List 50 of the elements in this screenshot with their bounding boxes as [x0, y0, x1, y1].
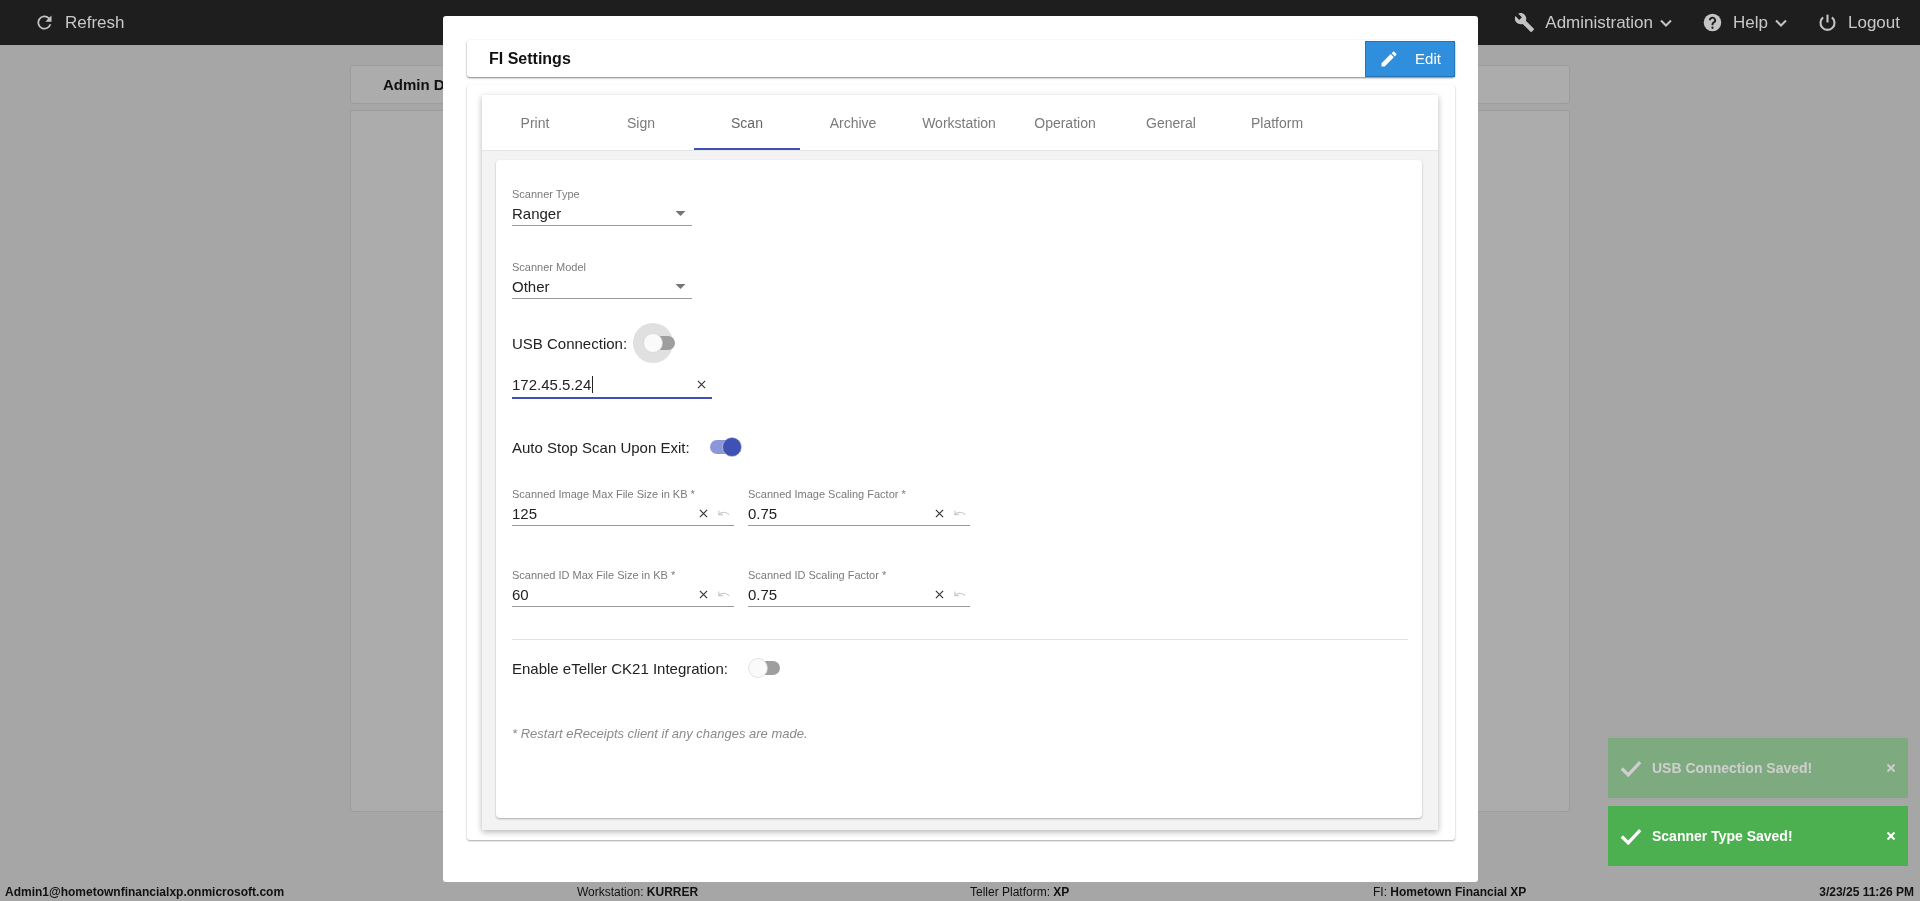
- address-field[interactable]: 172.45.5.24: [512, 371, 712, 399]
- workstation-info: Workstation: KURRER: [577, 885, 700, 899]
- toast-message: Scanner Type Saved!: [1652, 828, 1794, 844]
- user-email: Admin1@hometownfinancialxp.onmicrosoft.com: [5, 885, 286, 899]
- check-icon: [1620, 759, 1642, 777]
- wrench-icon: [1514, 12, 1536, 33]
- text-field[interactable]: Scanned ID Max File Size in KB * 60: [512, 568, 734, 607]
- toast-message: USB Connection Saved!: [1652, 760, 1814, 776]
- undo-icon[interactable]: [954, 509, 966, 517]
- text-field[interactable]: Scanned Image Max File Size in KB * 125: [512, 487, 734, 526]
- restart-note: * Restart eReceipts client if any changes are made.: [512, 726, 808, 741]
- refresh-button[interactable]: Refresh: [34, 8, 125, 37]
- tab[interactable]: General: [1118, 95, 1224, 150]
- tab[interactable]: Platform: [1224, 95, 1330, 150]
- text-field[interactable]: Scanned Image Scaling Factor * 0.75: [748, 487, 970, 526]
- clear-icon[interactable]: [935, 589, 944, 599]
- close-button[interactable]: [1884, 761, 1898, 775]
- help-icon: [1702, 12, 1724, 33]
- power-icon: [1817, 12, 1838, 33]
- tab[interactable]: Operation: [1012, 95, 1118, 150]
- select-field[interactable]: Scanner Type Ranger: [512, 187, 692, 226]
- check-icon: [1620, 827, 1642, 845]
- undo-icon[interactable]: [718, 509, 730, 517]
- toggle-label: Enable eTeller CK21 Integration:: [512, 659, 728, 677]
- date-time: 3/23/25 11:26 PM: [1819, 885, 1914, 899]
- chevron-down-icon: [1775, 18, 1787, 27]
- tab[interactable]: Workstation: [906, 95, 1012, 150]
- dropdown-arrow-icon: [675, 283, 686, 289]
- platform-info: Teller Platform: XP: [970, 885, 1071, 899]
- tab[interactable]: Sign: [588, 95, 694, 150]
- dialog-title: FI Settings: [489, 49, 571, 68]
- undo-icon[interactable]: [718, 590, 730, 598]
- toggle-label: Auto Stop Scan Upon Exit:: [512, 438, 690, 456]
- fi-info: FI: Hometown Financial XP: [1373, 885, 1528, 899]
- clear-icon[interactable]: [699, 508, 708, 518]
- tab[interactable]: Print: [482, 95, 588, 150]
- chevron-down-icon: [1660, 18, 1673, 27]
- logout-button[interactable]: Logout: [1817, 8, 1900, 37]
- toggle-label: USB Connection:: [512, 334, 628, 352]
- tab[interactable]: Archive: [800, 95, 906, 150]
- clear-icon[interactable]: [935, 508, 944, 518]
- select-field[interactable]: Scanner Model Other: [512, 260, 692, 299]
- clear-icon[interactable]: [697, 379, 706, 389]
- close-button[interactable]: [1884, 829, 1898, 843]
- menu-button[interactable]: Help: [1702, 8, 1787, 37]
- clear-icon[interactable]: [699, 589, 708, 599]
- dropdown-arrow-icon: [675, 210, 686, 216]
- text-field[interactable]: Scanned ID Scaling Factor * 0.75: [748, 568, 970, 607]
- undo-icon[interactable]: [954, 590, 966, 598]
- menu-button[interactable]: Administration: [1514, 8, 1673, 37]
